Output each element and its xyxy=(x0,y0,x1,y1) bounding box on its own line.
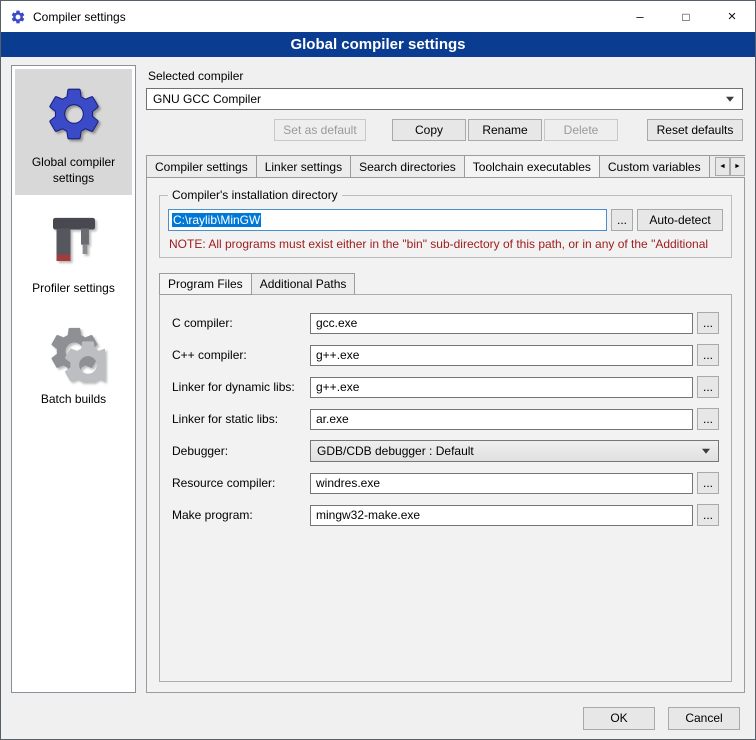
main-area: Selected compiler GNU GCC Compiler Set a… xyxy=(146,65,745,693)
subtab-additional-paths[interactable]: Additional Paths xyxy=(251,273,356,295)
field-label: Make program: xyxy=(172,508,310,522)
form-row-static-linker: Linker for static libs: ar.exe ... xyxy=(172,408,719,430)
auto-detect-button[interactable]: Auto-detect xyxy=(637,209,723,231)
bin-subdirectory-note: NOTE: All programs must exist either in … xyxy=(169,237,723,251)
window-title: Compiler settings xyxy=(33,10,126,24)
tab-compiler-settings[interactable]: Compiler settings xyxy=(146,155,257,178)
settings-tabbar: Compiler settings Linker settings Search… xyxy=(146,155,745,178)
browse-dynamic-linker-button[interactable]: ... xyxy=(697,376,719,398)
dialog-header: Global compiler settings xyxy=(1,32,755,57)
make-program-input[interactable]: mingw32-make.exe xyxy=(310,505,693,526)
dialog-body: Global compiler settings Profiler settin… xyxy=(1,57,755,697)
field-value: GDB/CDB debugger : Default xyxy=(317,444,474,458)
selected-compiler-label: Selected compiler xyxy=(148,69,745,83)
field-value: gcc.exe xyxy=(316,316,357,330)
form-row-dynamic-linker: Linker for dynamic libs: g++.exe ... xyxy=(172,376,719,398)
compiler-settings-window: Compiler settings – □ × Global compiler … xyxy=(0,0,756,740)
ok-button[interactable]: OK xyxy=(583,707,655,730)
form-row-resource-compiler: Resource compiler: windres.exe ... xyxy=(172,472,719,494)
sidebar-item-label: Batch builds xyxy=(41,392,106,408)
browse-resource-compiler-button[interactable]: ... xyxy=(697,472,719,494)
app-icon xyxy=(10,9,26,25)
c-compiler-input[interactable]: gcc.exe xyxy=(310,313,693,334)
selected-compiler-value: GNU GCC Compiler xyxy=(153,92,261,106)
form-row-debugger: Debugger: GDB/CDB debugger : Default xyxy=(172,440,719,462)
tab-scroll-buttons: ◄ ► xyxy=(715,157,745,176)
installation-directory-group: Compiler's installation directory C:\ray… xyxy=(159,195,732,258)
compiler-action-buttons: Set as default Copy Rename Delete Reset … xyxy=(146,119,745,141)
installation-directory-value: C:\raylib\MinGW xyxy=(172,213,261,227)
cpp-compiler-input[interactable]: g++.exe xyxy=(310,345,693,366)
field-value: ar.exe xyxy=(316,412,349,426)
selected-compiler-select[interactable]: GNU GCC Compiler xyxy=(146,88,743,110)
sidebar-item-profiler-settings[interactable]: Profiler settings xyxy=(15,195,132,306)
dynamic-linker-input[interactable]: g++.exe xyxy=(310,377,693,398)
debugger-select[interactable]: GDB/CDB debugger : Default xyxy=(310,440,719,462)
cancel-button[interactable]: Cancel xyxy=(668,707,740,730)
set-as-default-button[interactable]: Set as default xyxy=(274,119,366,141)
group-title: Compiler's installation directory xyxy=(168,188,342,202)
gears-stack-icon xyxy=(43,319,105,383)
static-linker-input[interactable]: ar.exe xyxy=(310,409,693,430)
profiler-tool-icon xyxy=(46,208,102,272)
subtab-program-files[interactable]: Program Files xyxy=(159,273,252,295)
window-controls: – □ × xyxy=(617,1,755,32)
gear-icon xyxy=(43,82,105,146)
chevron-down-icon xyxy=(726,97,734,102)
form-row-c-compiler: C compiler: gcc.exe ... xyxy=(172,312,719,334)
field-value: mingw32-make.exe xyxy=(316,508,420,522)
tab-custom-variables[interactable]: Custom variables xyxy=(599,155,710,178)
dialog-footer: OK Cancel xyxy=(1,697,755,739)
resource-compiler-input[interactable]: windres.exe xyxy=(310,473,693,494)
form-row-make-program: Make program: mingw32-make.exe ... xyxy=(172,504,719,526)
field-label: Linker for static libs: xyxy=(172,412,310,426)
browse-install-dir-button[interactable]: ... xyxy=(611,209,633,231)
rename-button[interactable]: Rename xyxy=(468,119,542,141)
field-label: Debugger: xyxy=(172,444,310,458)
browse-c-compiler-button[interactable]: ... xyxy=(697,312,719,334)
tab-scroll-right-button[interactable]: ► xyxy=(730,157,745,176)
executables-subtabs: Program Files Additional Paths xyxy=(159,273,732,295)
field-value: g++.exe xyxy=(316,380,359,394)
reset-defaults-button[interactable]: Reset defaults xyxy=(647,119,743,141)
tab-toolchain-executables[interactable]: Toolchain executables xyxy=(464,155,600,178)
delete-button[interactable]: Delete xyxy=(544,119,618,141)
tab-search-directories[interactable]: Search directories xyxy=(350,155,465,178)
field-label: C compiler: xyxy=(172,316,310,330)
settings-sidebar: Global compiler settings Profiler settin… xyxy=(11,65,136,693)
tab-linker-settings[interactable]: Linker settings xyxy=(256,155,351,178)
program-files-panel: C compiler: gcc.exe ... C++ compiler: g+… xyxy=(159,294,732,682)
field-value: g++.exe xyxy=(316,348,359,362)
browse-make-program-button[interactable]: ... xyxy=(697,504,719,526)
minimize-button[interactable]: – xyxy=(617,1,663,32)
chevron-down-icon xyxy=(702,449,710,454)
installation-directory-row: C:\raylib\MinGW ... Auto-detect xyxy=(168,209,723,231)
sidebar-item-label: Global compiler settings xyxy=(17,155,130,186)
close-button[interactable]: × xyxy=(709,1,755,32)
field-label: Resource compiler: xyxy=(172,476,310,490)
maximize-button[interactable]: □ xyxy=(663,1,709,32)
browse-static-linker-button[interactable]: ... xyxy=(697,408,719,430)
sidebar-item-label: Profiler settings xyxy=(32,281,115,297)
toolchain-executables-panel: Compiler's installation directory C:\ray… xyxy=(146,177,745,693)
tab-scroll-left-button[interactable]: ◄ xyxy=(715,157,730,176)
sidebar-item-batch-builds[interactable]: Batch builds xyxy=(15,306,132,417)
sidebar-item-global-compiler-settings[interactable]: Global compiler settings xyxy=(15,69,132,195)
field-label: C++ compiler: xyxy=(172,348,310,362)
installation-directory-input[interactable]: C:\raylib\MinGW xyxy=(168,209,607,231)
browse-cpp-compiler-button[interactable]: ... xyxy=(697,344,719,366)
titlebar: Compiler settings – □ × xyxy=(1,1,755,32)
copy-button[interactable]: Copy xyxy=(392,119,466,141)
field-value: windres.exe xyxy=(316,476,380,490)
form-row-cpp-compiler: C++ compiler: g++.exe ... xyxy=(172,344,719,366)
field-label: Linker for dynamic libs: xyxy=(172,380,310,394)
